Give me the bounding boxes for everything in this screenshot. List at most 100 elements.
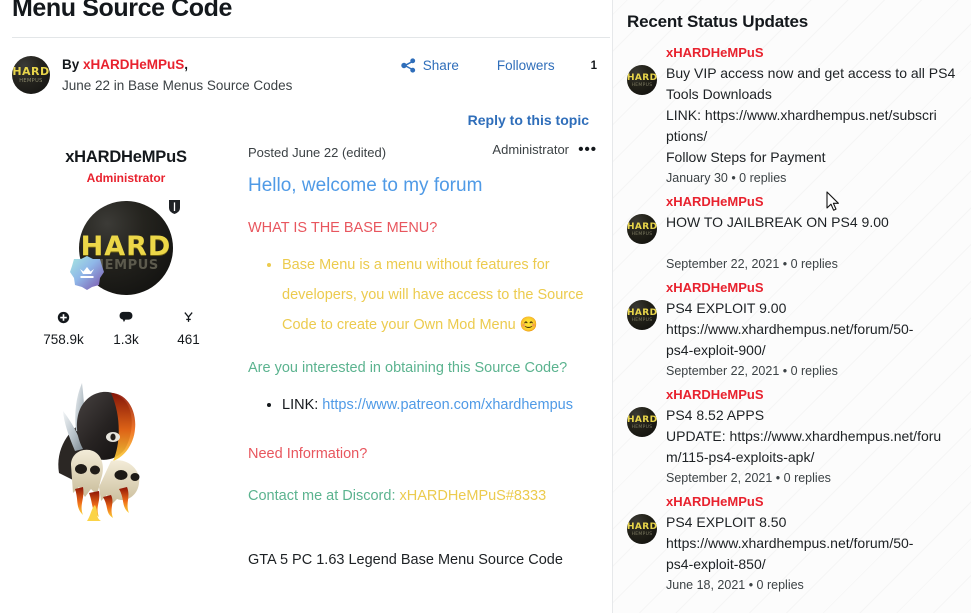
post-footer-line: GTA 5 PC 1.63 Legend Base Menu Source Co… (248, 552, 563, 568)
status-body: xHARDHeMPuS PS4 EXPLOIT 9.00 https://www… (657, 277, 961, 382)
status-update-item[interactable]: HARD HEMPUS xHARDHeMPuS PS4 8.52 APPS UP… (627, 384, 961, 489)
comment-icon (96, 309, 156, 325)
forum-topic-page: Menu Source Code HARD HEMPUS By xHARDHeM… (0, 0, 971, 613)
byline-prefix: By (62, 57, 80, 72)
status-author[interactable]: xHARDHeMPuS (666, 491, 961, 512)
status-update-item[interactable]: HARD HEMPUS xHARDHeMPuS PS4 EXPLOIT 9.00… (627, 277, 961, 382)
post-author-name[interactable]: xHARDHeMPuS (12, 148, 240, 167)
main-content-column: Menu Source Code HARD HEMPUS By xHARDHeM… (0, 0, 613, 613)
status-author[interactable]: xHARDHeMPuS (666, 42, 961, 63)
status-avatar[interactable]: HARD HEMPUS (627, 514, 657, 544)
post-date: Posted June 22 (edited) (248, 144, 387, 160)
byline-meta[interactable]: June 22 in Base Menus Source Codes (62, 75, 292, 96)
post-heading-2: Are you interested in obtaining this Sou… (248, 360, 568, 376)
list-item: Base Menu is a menu without features for… (282, 250, 597, 340)
status-line: ptions/ (666, 128, 708, 144)
patreon-link[interactable]: https://www.patreon.com/xhardhempus (322, 397, 573, 413)
status-avatar[interactable]: HARD HEMPUS (627, 214, 657, 244)
status-line: PS4 8.52 APPS (666, 407, 765, 423)
status-line: HOW TO JAILBREAK ON PS4 9.00 (666, 214, 889, 230)
share-icon (401, 58, 416, 73)
topic-actions: Share Followers 1 (401, 58, 597, 73)
status-avatar[interactable]: HARD HEMPUS (627, 407, 657, 437)
status-author[interactable]: xHARDHeMPuS (666, 277, 961, 298)
post-greeting: Hello, welcome to my forum (248, 175, 483, 196)
status-avatar[interactable]: HARD HEMPUS (627, 65, 657, 95)
byline-author-line: By xHARDHeMPuS, (62, 55, 292, 74)
avatar-logo-subtext: HEMPUS (631, 83, 653, 88)
status-line: UPDATE: https://www.xhardhempus.net/foru (666, 428, 942, 444)
avatar-logo-subtext: HEMPUS (631, 425, 653, 430)
status-meta: June 18, 2021 • 0 replies (666, 578, 804, 592)
followers-count: 1 (590, 59, 597, 72)
avatar-logo-subtext: HEMPUS (631, 232, 653, 237)
status-line: ps4-exploit-900/ (666, 342, 766, 358)
status-line: PS4 EXPLOIT 8.50 (666, 514, 787, 530)
post-container: xHARDHeMPuS Administrator HARD HEMPUS 75… (10, 130, 609, 570)
discord-label: Contact me at Discord: (248, 488, 400, 504)
status-body: xHARDHeMPuS PS4 8.52 APPS UPDATE: https:… (657, 384, 961, 489)
topic-byline: HARD HEMPUS By xHARDHeMPuS, June 22 in B… (10, 38, 609, 96)
post-author-stats: 758.9k 1.3k 461 (34, 309, 219, 347)
post-heading-1: WHAT IS THE BASE MENU? (248, 220, 438, 236)
followers-button[interactable]: Followers (497, 58, 555, 73)
post-body-column: Posted June 22 (edited) Administrator ••… (240, 142, 609, 570)
status-update-item[interactable]: HARD HEMPUS xHARDHeMPuS PS4 EXPLOIT 8.50… (627, 491, 961, 596)
share-button[interactable]: Share (401, 58, 459, 73)
stat-reputation: 461 (159, 309, 219, 347)
page-title: Menu Source Code (12, 0, 233, 22)
status-author[interactable]: xHARDHeMPuS (666, 191, 961, 212)
post-author-avatar-wrap: HARD HEMPUS (70, 200, 180, 295)
status-meta: September 22, 2021 • 0 replies (666, 257, 838, 271)
post-rank-label: Administrator (492, 142, 569, 157)
status-line: LINK: https://www.xhardhempus.net/subscr… (666, 107, 937, 123)
status-meta: September 2, 2021 • 0 replies (666, 471, 831, 485)
status-line: https://www.xhardhempus.net/forum/50- (666, 321, 914, 337)
status-update-item[interactable]: HARD HEMPUS xHARDHeMPuS Buy VIP access n… (627, 42, 961, 189)
status-line: ps4-exploit-850/ (666, 556, 766, 572)
avatar-logo-text: HARD (12, 65, 50, 78)
byline-comma: , (184, 57, 189, 72)
sidebar-title: Recent Status Updates (627, 12, 808, 31)
status-meta: September 22, 2021 • 0 replies (666, 364, 838, 378)
stat-value: 758.9k (43, 332, 84, 347)
avatar-logo-subtext: HEMPUS (631, 532, 653, 537)
status-line: Buy VIP access now and get access to all… (666, 65, 956, 81)
byline-text: By xHARDHeMPuS, June 22 in Base Menus So… (62, 54, 292, 96)
status-body: xHARDHeMPuS Buy VIP access now and get a… (657, 42, 961, 189)
share-label: Share (422, 58, 459, 73)
byline-author-link[interactable]: xHARDHeMPuS (83, 57, 184, 72)
avatar-logo-text: HARD (627, 73, 657, 83)
post-bullet-list-1: Base Menu is a menu without features for… (266, 250, 597, 340)
status-line: Tools Downloads (666, 86, 772, 102)
post-author-column: xHARDHeMPuS Administrator HARD HEMPUS 75… (12, 142, 240, 570)
plus-circle-icon (34, 309, 94, 325)
stat-value: 461 (177, 332, 200, 347)
signature-image (51, 377, 201, 522)
status-line: PS4 EXPLOIT 9.00 (666, 300, 787, 316)
stat-posts: 758.9k (34, 309, 94, 347)
avatar-logo-text: HARD (627, 222, 657, 232)
status-line (666, 233, 961, 254)
status-update-item[interactable]: HARD HEMPUS xHARDHeMPuS HOW TO JAILBREAK… (627, 191, 961, 275)
post-options-button[interactable]: ••• (578, 142, 597, 157)
status-line: https://www.xhardhempus.net/forum/50- (666, 535, 914, 551)
sidebar-inner: Recent Status Updates HARD HEMPUS xHARDH… (627, 0, 961, 596)
status-body: xHARDHeMPuS HOW TO JAILBREAK ON PS4 9.00… (657, 191, 961, 275)
post-author-rank: Administrator (86, 171, 166, 185)
post-heading-3: Need Information? (248, 446, 368, 462)
status-author[interactable]: xHARDHeMPuS (666, 384, 961, 405)
author-avatar-small[interactable]: HARD HEMPUS (12, 56, 50, 94)
avatar-logo-text: HARD (627, 415, 657, 425)
reply-to-topic-link[interactable]: Reply to this topic (468, 112, 589, 128)
post-meta: Posted June 22 (edited) Administrator ••… (248, 142, 597, 162)
status-line: m/115-ps4-exploits-apk/ (666, 449, 815, 465)
post-discord-line: Contact me at Discord: xHARDHeMPuS#8333 (248, 486, 597, 506)
reply-row: Reply to this topic (10, 96, 609, 130)
post-bullet-list-2: LINK: https://www.patreon.com/xhardhempu… (266, 390, 597, 420)
avatar-logo-subtext: HEMPUS (19, 78, 43, 84)
status-line: Follow Steps for Payment (666, 149, 826, 165)
avatar-logo-subtext: HEMPUS (631, 318, 653, 323)
status-avatar[interactable]: HARD HEMPUS (627, 300, 657, 330)
moderator-shield-icon (168, 199, 181, 215)
